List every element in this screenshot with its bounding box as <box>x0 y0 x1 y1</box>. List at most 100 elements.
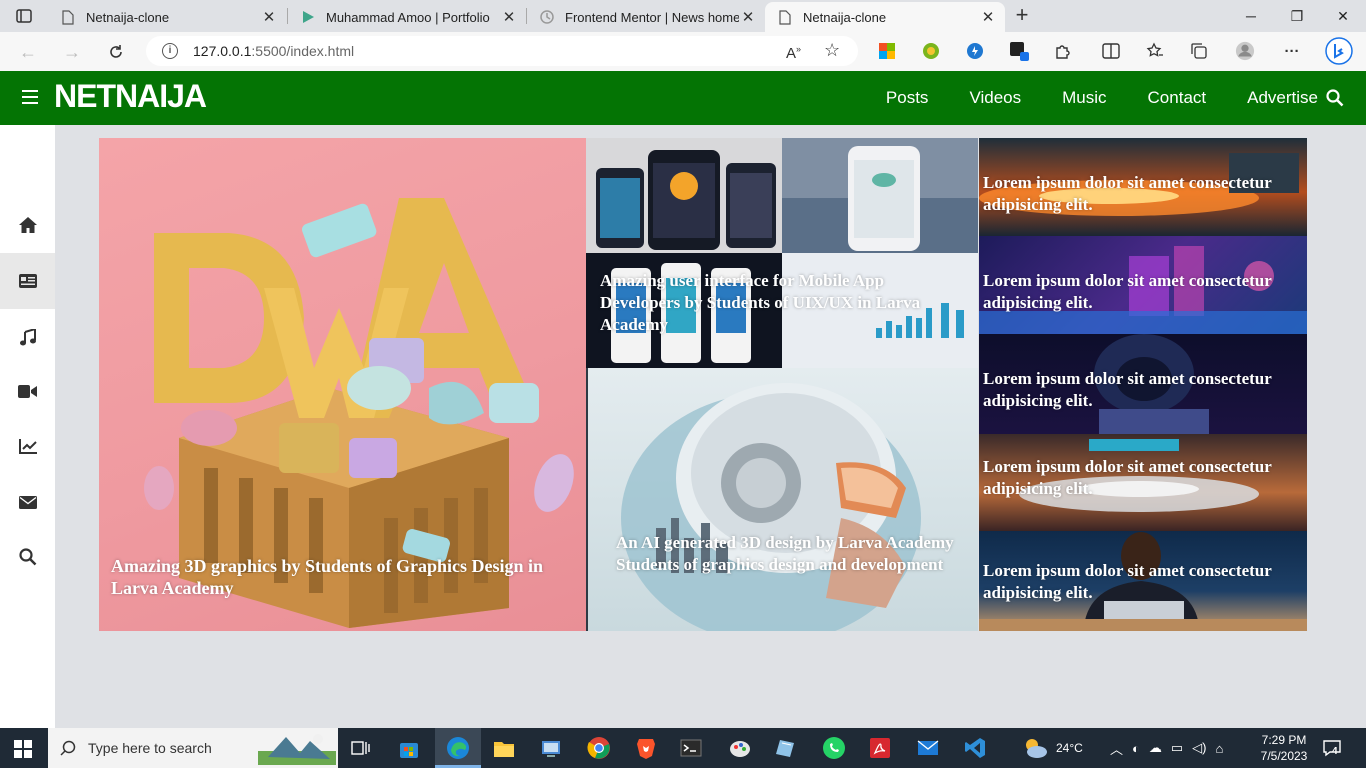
nav-advertise[interactable]: Advertise <box>1247 88 1318 108</box>
side-music[interactable] <box>0 309 55 365</box>
windows-start-icon[interactable] <box>14 740 32 758</box>
featured-card-3d-graphics[interactable]: Amazing 3D graphics by Students of Graph… <box>99 138 586 631</box>
card-caption: Amazing user interface for Mobile App De… <box>600 271 921 334</box>
clock[interactable]: 7:29 PM 7/5/2023 <box>1254 728 1314 768</box>
back-button[interactable]: ← <box>15 39 41 65</box>
mail-icon <box>18 495 37 509</box>
nav-music[interactable]: Music <box>1062 88 1106 108</box>
nav-videos[interactable]: Videos <box>969 88 1021 108</box>
search-icon <box>60 740 76 756</box>
favorites-icon[interactable] <box>1145 41 1165 61</box>
extension-green-icon[interactable] <box>921 41 941 61</box>
ms-store-icon[interactable] <box>397 736 421 760</box>
site-info-icon[interactable]: i <box>162 43 178 59</box>
search-icon[interactable] <box>1326 89 1344 112</box>
card-caption: Amazing 3D graphics by Students of Graph… <box>111 556 544 598</box>
volume-icon[interactable]: ◁) <box>1192 740 1206 756</box>
chrome-icon[interactable] <box>587 736 611 760</box>
loading-icon <box>539 9 555 25</box>
tab-close-icon[interactable]: ✕ <box>500 8 518 26</box>
site-logo[interactable]: NETNAIJA <box>54 78 207 115</box>
profile-avatar[interactable] <box>1235 41 1255 61</box>
card-caption: Lorem ipsum dolor sit amet consectetur a… <box>983 561 1272 602</box>
browser-tab-4-active[interactable]: Netnaija-clone ✕ <box>765 2 1005 32</box>
vscode-icon[interactable] <box>963 736 987 760</box>
page-icon <box>777 9 793 25</box>
read-aloud-icon[interactable]: A» <box>786 44 801 62</box>
close-window-button[interactable]: ✕ <box>1320 0 1366 32</box>
side-card-5[interactable]: Lorem ipsum dolor sit amet consectetur a… <box>979 531 1307 631</box>
extensions-puzzle-icon[interactable] <box>1053 41 1073 61</box>
forward-button[interactable]: → <box>59 39 85 65</box>
terminal-icon[interactable] <box>679 736 703 760</box>
task-view-icon[interactable] <box>348 736 372 760</box>
network-icon[interactable]: ⌂ <box>1216 741 1224 756</box>
nav-contact[interactable]: Contact <box>1148 88 1207 108</box>
tab-title: Netnaija-clone <box>803 9 887 25</box>
featured-grid: Amazing 3D graphics by Students of Graph… <box>99 138 1307 631</box>
search-icon <box>18 548 36 566</box>
side-card-2[interactable]: Lorem ipsum dolor sit amet consectetur a… <box>979 236 1307 334</box>
nav-posts[interactable]: Posts <box>886 88 929 108</box>
extension-colorful-icon[interactable] <box>877 41 897 61</box>
side-chart[interactable] <box>0 418 55 474</box>
side-mail[interactable] <box>0 474 55 530</box>
split-screen-icon[interactable] <box>1101 41 1121 61</box>
card-caption: Lorem ipsum dolor sit amet consectetur a… <box>983 271 1272 312</box>
side-card-4[interactable]: Lorem ipsum dolor sit amet consectetur a… <box>979 434 1307 531</box>
edge-browser-icon[interactable] <box>446 736 470 760</box>
favorite-star-icon[interactable]: ☆ <box>824 40 840 61</box>
mail-icon[interactable] <box>916 736 940 760</box>
address-bar[interactable]: i 127.0.0.1:5500/index.html A» ☆ <box>146 36 858 66</box>
collections-icon[interactable] <box>1189 41 1209 61</box>
featured-card-mobile-ui[interactable]: Amazing user interface for Mobile App De… <box>586 138 978 368</box>
hamburger-menu-icon[interactable] <box>22 90 38 104</box>
paint-icon[interactable] <box>728 736 752 760</box>
side-nav <box>0 125 55 728</box>
side-video[interactable] <box>0 363 55 419</box>
chevron-up-icon[interactable]: ︿ <box>1110 739 1123 758</box>
refresh-button[interactable] <box>103 39 129 65</box>
webcam-icon[interactable]: ◐ <box>1132 741 1140 756</box>
brave-icon[interactable] <box>634 736 658 760</box>
notes-app-icon[interactable] <box>774 736 798 760</box>
tab-actions-button[interactable] <box>12 6 36 26</box>
new-tab-button[interactable]: + <box>1010 4 1034 28</box>
tab-close-icon[interactable]: ✕ <box>979 8 997 26</box>
cloud-icon[interactable]: ☁ <box>1149 740 1162 756</box>
extension-blue-icon[interactable] <box>965 41 985 61</box>
battery-icon[interactable]: ▭ <box>1171 740 1183 756</box>
whatsapp-icon[interactable] <box>822 736 846 760</box>
acrobat-icon[interactable] <box>868 736 892 760</box>
browser-tab-strip: Netnaija-clone ✕ Muhammad Amoo | Portfol… <box>0 0 1366 32</box>
file-explorer-icon[interactable] <box>492 736 516 760</box>
minimize-button[interactable]: ─ <box>1228 0 1274 32</box>
side-home[interactable] <box>0 197 55 253</box>
tab-title: Netnaija-clone <box>86 9 170 25</box>
notification-center[interactable]: 4 <box>1322 728 1342 768</box>
control-panel-icon[interactable] <box>539 736 563 760</box>
tab-close-icon[interactable]: ✕ <box>739 8 757 26</box>
maximize-button[interactable]: ❐ <box>1274 0 1320 32</box>
tab-close-icon[interactable]: ✕ <box>260 8 278 26</box>
weather-cloud-icon <box>1026 739 1047 758</box>
card-caption: Lorem ipsum dolor sit amet consectetur a… <box>983 369 1272 410</box>
extension-dark-icon[interactable] <box>1009 41 1029 61</box>
bing-chat-icon[interactable] <box>1324 36 1354 66</box>
side-news[interactable] <box>0 253 55 309</box>
weather-widget[interactable]: 24°C <box>1022 728 1083 768</box>
browser-tab-2[interactable]: Muhammad Amoo | Portfolio ✕ <box>288 2 526 32</box>
featured-card-ai-design[interactable]: An AI generated 3D design by Larva Acade… <box>586 368 978 631</box>
more-menu-icon[interactable]: ··· <box>1282 41 1302 61</box>
side-card-1[interactable]: Lorem ipsum dolor sit amet consectetur a… <box>979 138 1307 236</box>
browser-tab-3[interactable]: Frontend Mentor | News homepa ✕ <box>527 2 765 32</box>
side-search[interactable] <box>0 529 55 585</box>
browser-tab-1[interactable]: Netnaija-clone ✕ <box>48 2 286 32</box>
tab-title: Muhammad Amoo | Portfolio <box>326 9 490 25</box>
ai-helmet-image <box>586 368 921 631</box>
windows-taskbar: Type here to search 24°C ︿ ◐ ☁ ▭ ◁) ⌂ 7:… <box>0 728 1366 768</box>
search-highlight-image <box>258 734 336 765</box>
taskbar-search-box[interactable]: Type here to search <box>48 728 338 768</box>
card-caption: Lorem ipsum dolor sit amet consectetur a… <box>983 457 1272 498</box>
side-card-3[interactable]: Lorem ipsum dolor sit amet consectetur a… <box>979 334 1307 434</box>
